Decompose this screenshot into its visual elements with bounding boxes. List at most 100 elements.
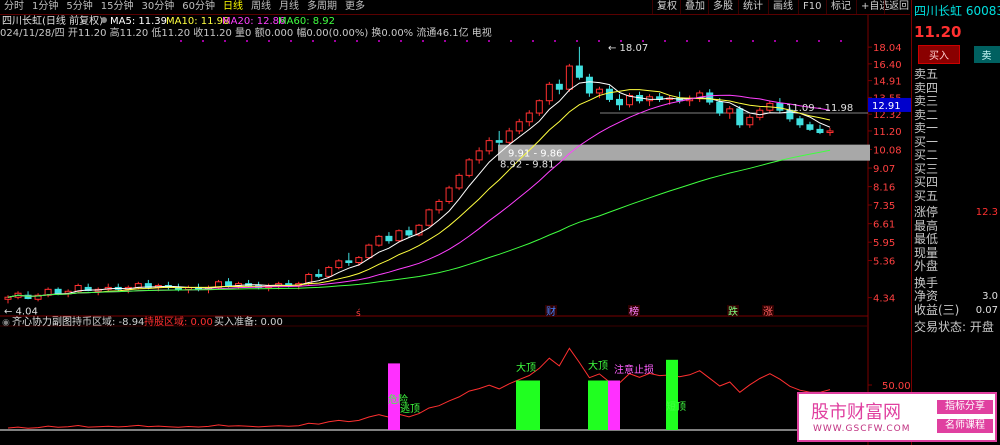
candle-body bbox=[555, 83, 563, 90]
dot-marker bbox=[554, 40, 556, 42]
candle-body bbox=[515, 121, 523, 132]
dot-marker bbox=[312, 40, 314, 42]
y-tick-label: 5.95 bbox=[873, 238, 895, 249]
dot-marker bbox=[422, 40, 424, 42]
timeframe-tab-0[interactable]: 分时 bbox=[0, 0, 28, 14]
candle-body bbox=[505, 130, 513, 143]
candle-body bbox=[595, 88, 603, 94]
y-tick-label: 7.35 bbox=[873, 201, 895, 212]
y-tick-label: 5.36 bbox=[873, 257, 895, 268]
quote-row-label: 净资 bbox=[914, 289, 939, 303]
timeframe-tab-3[interactable]: 15分钟 bbox=[97, 0, 138, 14]
subchart-icon: ◉ bbox=[2, 318, 10, 328]
watermark-tag-course: 名师课程 bbox=[937, 419, 993, 433]
sell-button[interactable]: 卖 bbox=[973, 46, 1000, 63]
last-price: 11.20 bbox=[914, 23, 962, 41]
dot-marker bbox=[818, 40, 820, 42]
subchart-title: 齐心协力副图 bbox=[12, 315, 72, 328]
tool-button-5[interactable]: F10 bbox=[798, 0, 825, 14]
dot-marker bbox=[686, 40, 688, 42]
quote-row: 收益(三) 0.07 bbox=[912, 303, 1000, 318]
y-tick-label: 9.07 bbox=[873, 164, 895, 175]
ma-label-ma60: MA60: 8.92 bbox=[278, 16, 335, 27]
quote-row-label: 卖二 bbox=[914, 107, 939, 122]
candle-body bbox=[475, 150, 483, 161]
timeframe-tab-2[interactable]: 5分钟 bbox=[62, 0, 96, 14]
timeframe-tab-4[interactable]: 30分钟 bbox=[137, 0, 178, 14]
signal-bar bbox=[588, 380, 608, 430]
timeframe-tab-9[interactable]: 多周期 bbox=[303, 0, 341, 14]
dot-marker bbox=[268, 40, 270, 42]
y-tick-label: 16.40 bbox=[873, 60, 902, 71]
dot-marker bbox=[510, 40, 512, 42]
dot-marker bbox=[576, 40, 578, 42]
dot-marker bbox=[796, 40, 798, 42]
event-marker: 财 bbox=[546, 305, 556, 318]
ma-toggle-icon bbox=[101, 17, 107, 23]
dot-marker bbox=[290, 40, 292, 42]
quote-row-label: 最高 bbox=[914, 218, 939, 233]
band1-annotation: 9.91 - 9.86 bbox=[508, 149, 563, 160]
quote-row-value: 0.07 bbox=[975, 304, 998, 316]
candle-body bbox=[335, 260, 343, 269]
timeframe-tab-8[interactable]: 月线 bbox=[275, 0, 303, 14]
candle-body bbox=[445, 187, 453, 202]
candle-body bbox=[495, 140, 503, 143]
tool-button-3[interactable]: 统计 bbox=[738, 0, 767, 14]
dot-marker bbox=[532, 40, 534, 42]
candle-body bbox=[395, 230, 403, 242]
candle-body bbox=[756, 109, 764, 118]
candle-body bbox=[345, 260, 353, 264]
timeframe-tab-7[interactable]: 周线 bbox=[247, 0, 275, 14]
signal-bar bbox=[608, 380, 620, 430]
quote-row-label: 卖四 bbox=[914, 80, 939, 95]
candle-body bbox=[375, 235, 383, 246]
tool-button-0[interactable]: 复权 bbox=[652, 0, 681, 14]
quote-row: 涨停 12.3 bbox=[912, 205, 1000, 220]
band2-annotation: 8.92 - 9.81 bbox=[500, 160, 555, 171]
quote-row-label: 买五 bbox=[914, 188, 939, 203]
tool-button-8[interactable]: 返回 bbox=[884, 0, 913, 14]
tool-button-4[interactable]: 画线 bbox=[768, 0, 797, 14]
signal-label: 逃顶 bbox=[400, 402, 420, 415]
quote-row: 卖四 bbox=[912, 80, 1000, 96]
quote-row-label: 外盘 bbox=[914, 259, 939, 273]
order-book: 卖五 卖四 卖三 卖二 卖一 买一 买二 买三 买四 买五 涨停 12.3 最高 最低 现量 外盘 换手 净资 3.… bbox=[912, 67, 1000, 318]
timeframe-tab-6[interactable]: 日线 bbox=[219, 0, 247, 14]
candle-body bbox=[465, 159, 473, 176]
ma-label-ma5: MA5: 11.39 bbox=[110, 16, 167, 27]
kline-chart[interactable]: 四川长虹(日线 前复权) MA5: 11.39MA10: 11.98MA20: 1… bbox=[0, 0, 911, 445]
candle-body bbox=[485, 140, 493, 152]
candle-body bbox=[706, 92, 714, 103]
quote-row-label: 买三 bbox=[914, 161, 939, 176]
dividend-marker-icon: ś bbox=[356, 308, 361, 319]
y-tick-label: 18.04 bbox=[873, 43, 902, 54]
timeframe-tab-5[interactable]: 60分钟 bbox=[178, 0, 219, 14]
ma-range-annotation: 11.09 - 11.98 bbox=[786, 103, 853, 114]
candle-body bbox=[315, 274, 323, 277]
candle-body bbox=[736, 108, 744, 126]
tool-button-1[interactable]: 叠加 bbox=[680, 0, 709, 14]
candle-body bbox=[425, 209, 433, 226]
dot-marker bbox=[202, 40, 204, 42]
quote-row-label: 买四 bbox=[914, 175, 939, 189]
tool-button-6[interactable]: 标记 bbox=[826, 0, 855, 14]
candle-body bbox=[225, 281, 233, 287]
timeframe-tab-10[interactable]: 更多 bbox=[341, 0, 369, 14]
dot-marker bbox=[730, 40, 732, 42]
ma-label-ma20: MA20: 12.86 bbox=[222, 16, 285, 27]
timeframe-tab-1[interactable]: 1分钟 bbox=[28, 0, 62, 14]
dot-marker bbox=[466, 40, 468, 42]
quote-row-label: 卖一 bbox=[914, 121, 939, 135]
candle-body bbox=[826, 130, 834, 134]
high-annotation: ← 18.07 bbox=[608, 43, 648, 54]
dot-marker bbox=[180, 40, 182, 42]
quote-row-label: 最低 bbox=[914, 232, 939, 246]
dot-marker bbox=[334, 40, 336, 42]
subchart-field: 持币区域: -8.94 bbox=[72, 315, 144, 328]
y-tick-label: 6.61 bbox=[873, 220, 895, 231]
buy-button[interactable]: 买入 bbox=[918, 45, 960, 64]
dot-marker bbox=[444, 40, 446, 42]
tool-button-2[interactable]: 多股 bbox=[708, 0, 737, 14]
watermark-url: WWW.GSCFW.COM bbox=[813, 424, 911, 434]
